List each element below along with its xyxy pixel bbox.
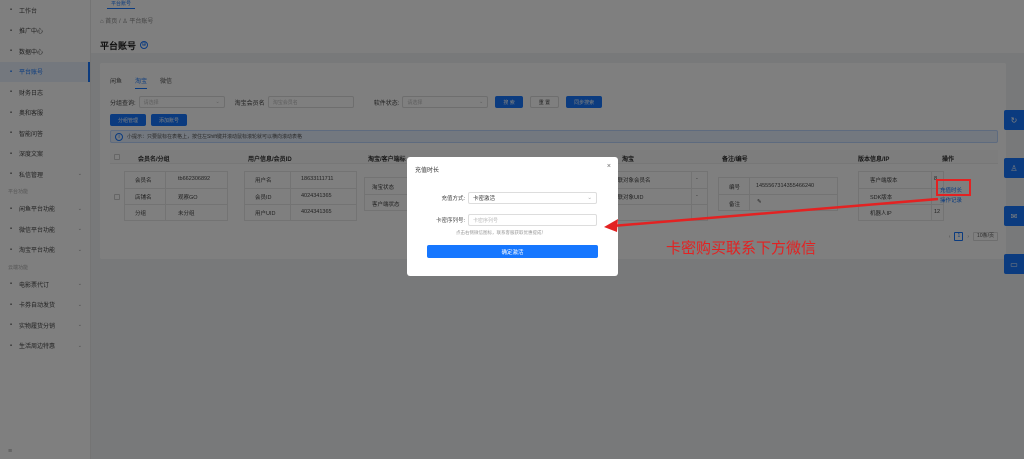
annotation-arrow: [604, 197, 939, 232]
annotation-text: 卡密购买联系下方微信: [666, 239, 817, 257]
